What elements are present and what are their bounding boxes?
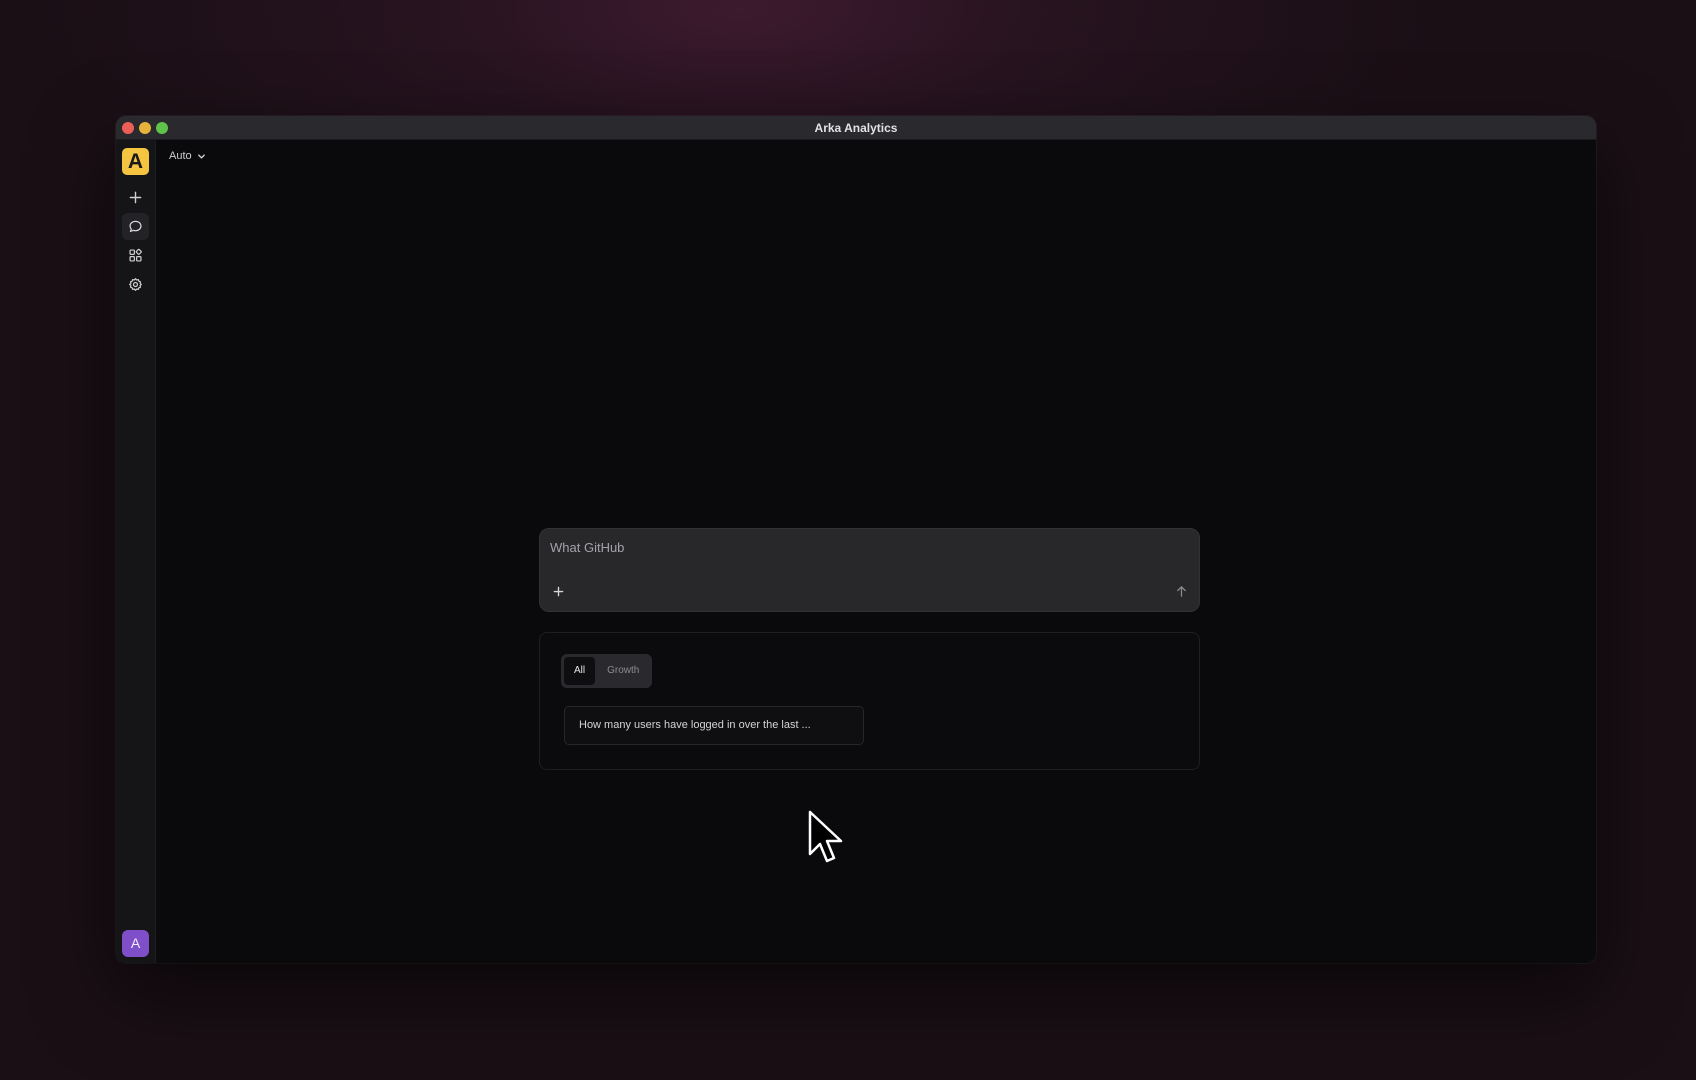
app-logo[interactable]: A bbox=[122, 148, 149, 175]
chats-button[interactable] bbox=[122, 213, 149, 240]
title-bar: Arka Analytics bbox=[116, 116, 1596, 140]
suggestion-tabs: All Growth bbox=[561, 654, 653, 688]
chevron-down-icon bbox=[197, 153, 205, 159]
attach-button[interactable] bbox=[550, 583, 566, 599]
send-button[interactable] bbox=[1173, 583, 1189, 599]
app-window: Arka Analytics A A Auto All G bbox=[116, 116, 1596, 963]
chat-bubble-icon bbox=[129, 220, 142, 233]
plus-icon bbox=[553, 586, 563, 596]
tab-all[interactable]: All bbox=[564, 657, 596, 685]
chat-input[interactable] bbox=[550, 537, 1110, 557]
window-title: Arka Analytics bbox=[814, 121, 898, 135]
sidebar: A A bbox=[116, 140, 156, 963]
new-chat-button[interactable] bbox=[122, 184, 149, 211]
plus-icon bbox=[129, 191, 142, 204]
model-selector-label: Auto bbox=[169, 150, 192, 162]
settings-button[interactable] bbox=[122, 271, 149, 298]
tab-growth[interactable]: Growth bbox=[597, 657, 649, 685]
grid-apps-icon bbox=[129, 248, 142, 262]
mouse-cursor-icon bbox=[808, 810, 843, 863]
suggestion-card[interactable]: How many users have logged in over the l… bbox=[564, 706, 864, 745]
apps-button[interactable] bbox=[122, 242, 149, 269]
gear-icon bbox=[129, 278, 142, 291]
model-selector[interactable]: Auto bbox=[169, 150, 206, 162]
user-avatar[interactable]: A bbox=[122, 930, 149, 957]
suggestions-panel: All Growth How many users have logged in… bbox=[539, 632, 1200, 770]
arrow-up-icon bbox=[1176, 585, 1186, 597]
chat-composer bbox=[539, 528, 1200, 612]
